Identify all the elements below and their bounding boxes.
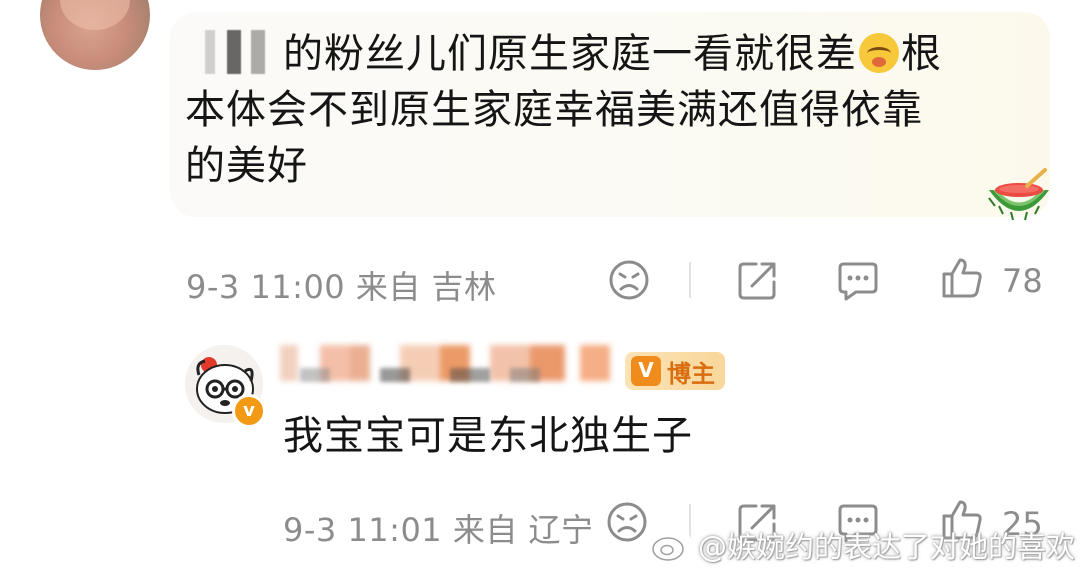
comment-text-line3: 的美好 xyxy=(185,143,308,189)
crying-face-emoji-icon xyxy=(859,33,899,73)
comment-meta: 9-3 11:00 来自 吉林 xyxy=(186,268,497,306)
verified-badge-icon: v xyxy=(232,394,266,428)
weibo-logo-icon xyxy=(652,531,692,561)
dislike-face-icon[interactable] xyxy=(607,258,651,302)
like-thumb-icon[interactable] xyxy=(940,256,984,300)
comment-text: 的粉丝儿们原生家庭一看就很差根 本体会不到原生家庭幸福美满还值得依靠 的美好 xyxy=(185,26,1015,194)
commenter-avatar[interactable] xyxy=(40,0,150,70)
comment-text-line1-end: 根 xyxy=(901,31,942,77)
weibo-watermark: @嫉婉约的表达了对她的喜欢 xyxy=(650,524,1075,566)
watermelon-sticker-icon xyxy=(988,168,1049,221)
reply-dislike-face-icon[interactable] xyxy=(605,500,649,544)
blurred-reply-username-detail xyxy=(300,368,600,382)
comment-text-line2: 本体会不到原生家庭幸福美满还值得依靠 xyxy=(185,87,923,133)
share-icon[interactable] xyxy=(736,258,780,302)
action-divider xyxy=(689,262,691,298)
comment-text-line1: 的粉丝儿们原生家庭一看就很差 xyxy=(283,31,857,77)
blogger-badge-label: 博主 xyxy=(667,359,715,388)
reply-meta: 9-3 11:01 来自 辽宁 xyxy=(283,511,594,549)
comment-icon[interactable] xyxy=(836,258,880,302)
blogger-badge: 博主 xyxy=(625,352,725,390)
crown-icon xyxy=(631,356,661,386)
reply-text: 我宝宝可是东北独生子 xyxy=(283,413,693,459)
watermark-text: @嫉婉约的表达了对她的喜欢 xyxy=(698,530,1076,564)
like-count: 78 xyxy=(1002,262,1043,300)
